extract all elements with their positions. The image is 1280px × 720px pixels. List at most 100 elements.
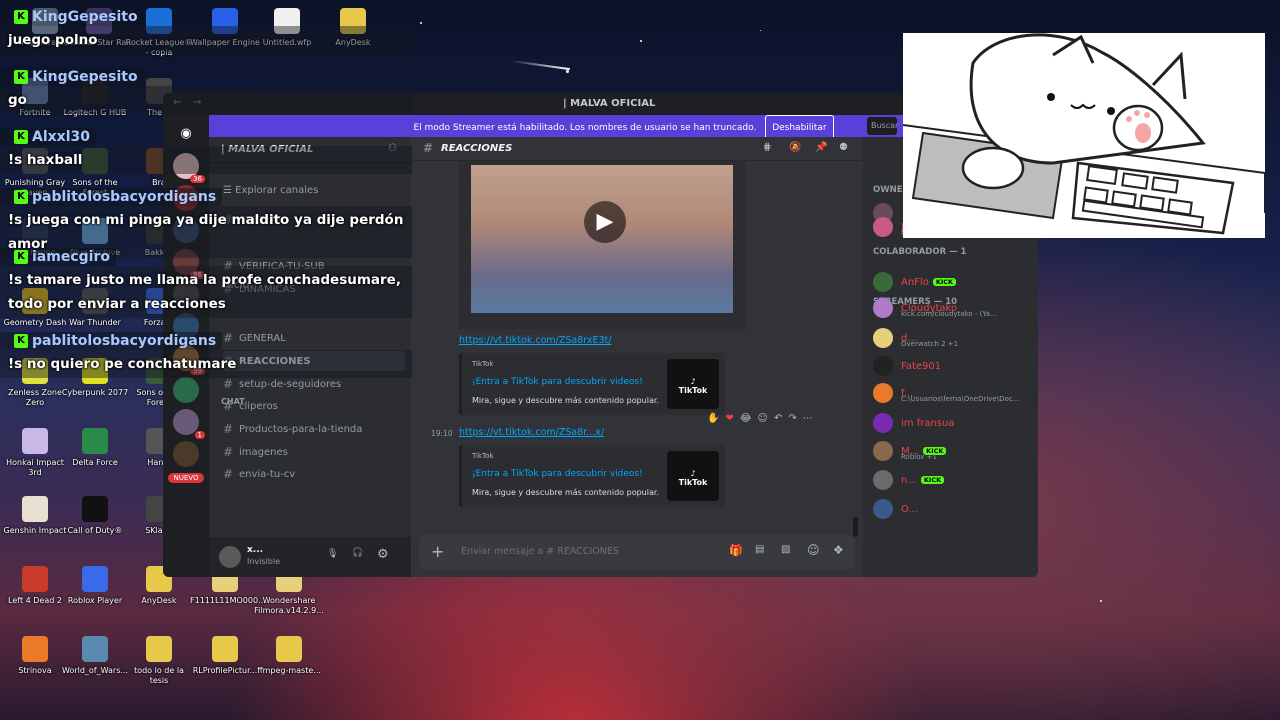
gif-icon[interactable]: ▤ xyxy=(755,544,764,555)
app-icon xyxy=(276,636,302,662)
desktop-icon-label: Roblox Player xyxy=(67,596,123,605)
chat-username-row: K Alxxl30 xyxy=(0,128,96,146)
chat-username-row: Kpablitolosbacyordigans xyxy=(0,188,223,206)
chat-text: !s no quiero pe conchatumare xyxy=(0,350,412,378)
member-item[interactable]: d... Overwatch 2 +1 xyxy=(873,326,1035,350)
member-item[interactable]: Cloudytako kick.com/cloudytako - (Ya... xyxy=(873,296,1035,320)
embed-provider: TikTok xyxy=(472,452,494,460)
search-input[interactable]: Buscar xyxy=(867,117,898,135)
desktop-icon[interactable]: World_of_Wars... xyxy=(60,636,130,676)
star xyxy=(1100,600,1102,602)
channel-label: envia-tu-cv xyxy=(239,468,296,480)
chat-username-row: K KingGepesito xyxy=(0,8,144,26)
kick-icon: K xyxy=(14,70,28,84)
pin-icon[interactable]: 📌 xyxy=(815,142,827,153)
star xyxy=(420,22,422,24)
member-activity: Overwatch 2 +1 xyxy=(901,340,959,348)
add-reaction-icon[interactable]: ☺ xyxy=(758,413,768,424)
chat-message: K KingGepesito go xyxy=(0,66,412,114)
desktop-icon-label: F1111L11MO000... xyxy=(190,596,266,605)
kick-icon: K xyxy=(14,130,28,144)
desktop-icon[interactable]: ffmpeg-maste... xyxy=(254,636,324,676)
channel-item[interactable]: # imagenes xyxy=(223,442,405,462)
chat-pane: # REACCIONES ⋕ 🔕 📌 ⚉ ▶ https://vt.tiktok… xyxy=(411,137,863,577)
member-item[interactable]: Fate901 xyxy=(873,354,1035,378)
members-icon[interactable]: ⚉ xyxy=(839,142,848,153)
more-icon[interactable]: ⋯ xyxy=(803,413,813,424)
member-item[interactable]: n... KICK xyxy=(873,468,1035,492)
chat-text: !s haxball xyxy=(0,146,412,174)
message-actions: ✋ ❤ 😂 ☺ ↶ ↷ ⋯ xyxy=(707,413,813,424)
avatar xyxy=(873,298,893,318)
apps-icon[interactable]: ❖ xyxy=(833,543,844,557)
member-item[interactable]: AnFlo KICK xyxy=(873,270,1035,294)
member-name: n... xyxy=(901,474,917,486)
desktop-icon[interactable]: Delta Force xyxy=(60,428,130,468)
desktop-icon[interactable]: Call of Duty® xyxy=(60,496,130,536)
star xyxy=(566,70,569,73)
member-item[interactable]: O... xyxy=(873,497,1035,521)
sticker-icon[interactable]: ▧ xyxy=(781,544,790,555)
channel-item[interactable]: # envia-tu-cv xyxy=(223,464,405,484)
channel-item[interactable]: # cliperos xyxy=(223,396,405,416)
desktop-icon[interactable]: RLProfilePictur... xyxy=(190,636,260,676)
chat-username: KingGepesito xyxy=(32,9,138,25)
server-icon[interactable] xyxy=(173,377,199,403)
forward-icon[interactable]: ↷ xyxy=(788,413,796,424)
message-link[interactable]: https://vt.tiktok.com/ZSa8r...x/ xyxy=(459,427,604,438)
star xyxy=(640,40,642,42)
laugh-reaction-icon[interactable]: 😂 xyxy=(740,413,752,424)
avatar xyxy=(873,272,893,292)
member-activity: C:\Usuarios\ferna\OneDrive\Doc... xyxy=(901,395,1020,403)
tiktok-icon: ♪ xyxy=(690,469,696,478)
hash-icon: # xyxy=(223,422,234,436)
chat-username: pablitolosbacyordigans xyxy=(32,189,217,205)
reaction-emoji[interactable]: ✋ xyxy=(707,413,719,424)
server-icon[interactable] xyxy=(173,441,199,467)
chat-message: Kiamecgiro !s tamare justo me llama la pr… xyxy=(0,246,412,318)
bongo-cat-overlay xyxy=(903,33,1265,238)
chat-text: !s tamare justo me llama la profe concha… xyxy=(0,266,412,318)
star xyxy=(760,30,761,31)
mute-icon[interactable]: 🔕 xyxy=(789,142,801,153)
embed-title[interactable]: ¡Entra a TikTok para descubrir videos! xyxy=(472,377,643,387)
play-icon[interactable]: ▶ xyxy=(584,201,626,243)
settings-gear-icon[interactable]: ⚙ xyxy=(377,547,389,562)
message-input[interactable]: Enviar mensaje a # REACCIONES xyxy=(461,546,619,557)
server-icon[interactable]: 1 xyxy=(173,409,205,439)
member-item[interactable]: f... C:\Usuarios\ferna\OneDrive\Doc... xyxy=(873,381,1035,405)
avatar[interactable] xyxy=(219,546,241,568)
embed-description: Mira, sigue y descubre más contenido pop… xyxy=(472,396,659,405)
message-link[interactable]: https://vt.tiktok.com/ZSa8rxE3t/ xyxy=(459,335,611,346)
channel-title: REACCIONES xyxy=(441,143,513,154)
timestamp: 19:10 xyxy=(431,429,453,438)
embed-title[interactable]: ¡Entra a TikTok para descubrir videos! xyxy=(472,469,643,479)
video-embed[interactable]: ▶ xyxy=(459,161,745,329)
desktop-icon-label: todo lo de la tesis xyxy=(134,666,184,685)
gift-icon[interactable]: 🎁 xyxy=(729,544,743,557)
chat-message: Kpablitolosbacyordigans !s no quiero pe c… xyxy=(0,330,412,378)
headphones-icon[interactable]: 🎧 xyxy=(352,548,363,558)
avatar xyxy=(873,413,893,433)
avatar xyxy=(873,499,893,519)
kick-badge: KICK xyxy=(932,278,957,286)
attach-plus-icon[interactable]: + xyxy=(431,542,444,561)
scrollbar[interactable] xyxy=(853,517,858,537)
desktop-icon[interactable]: todo lo de la tesis xyxy=(124,636,194,686)
heart-reaction-icon[interactable]: ❤ xyxy=(725,413,733,424)
threads-icon[interactable]: ⋕ xyxy=(763,142,771,153)
member-item[interactable]: im fransua xyxy=(873,411,1035,435)
avatar xyxy=(873,383,893,403)
emoji-icon[interactable]: ☺ xyxy=(807,543,820,557)
desktop-icon[interactable]: Roblox Player xyxy=(60,566,130,606)
member-name: O... xyxy=(901,503,919,515)
reply-icon[interactable]: ↶ xyxy=(774,413,782,424)
chat-text: go xyxy=(0,86,412,114)
hash-icon: # xyxy=(223,377,234,391)
member-item[interactable]: M... KICK Roblox +1 xyxy=(873,439,1035,463)
channel-item[interactable]: # Productos-para-la-tienda xyxy=(223,419,405,439)
microphone-icon[interactable]: 🎙 xyxy=(327,549,338,559)
app-icon xyxy=(82,636,108,662)
app-icon xyxy=(22,566,48,592)
app-icon xyxy=(82,428,108,454)
